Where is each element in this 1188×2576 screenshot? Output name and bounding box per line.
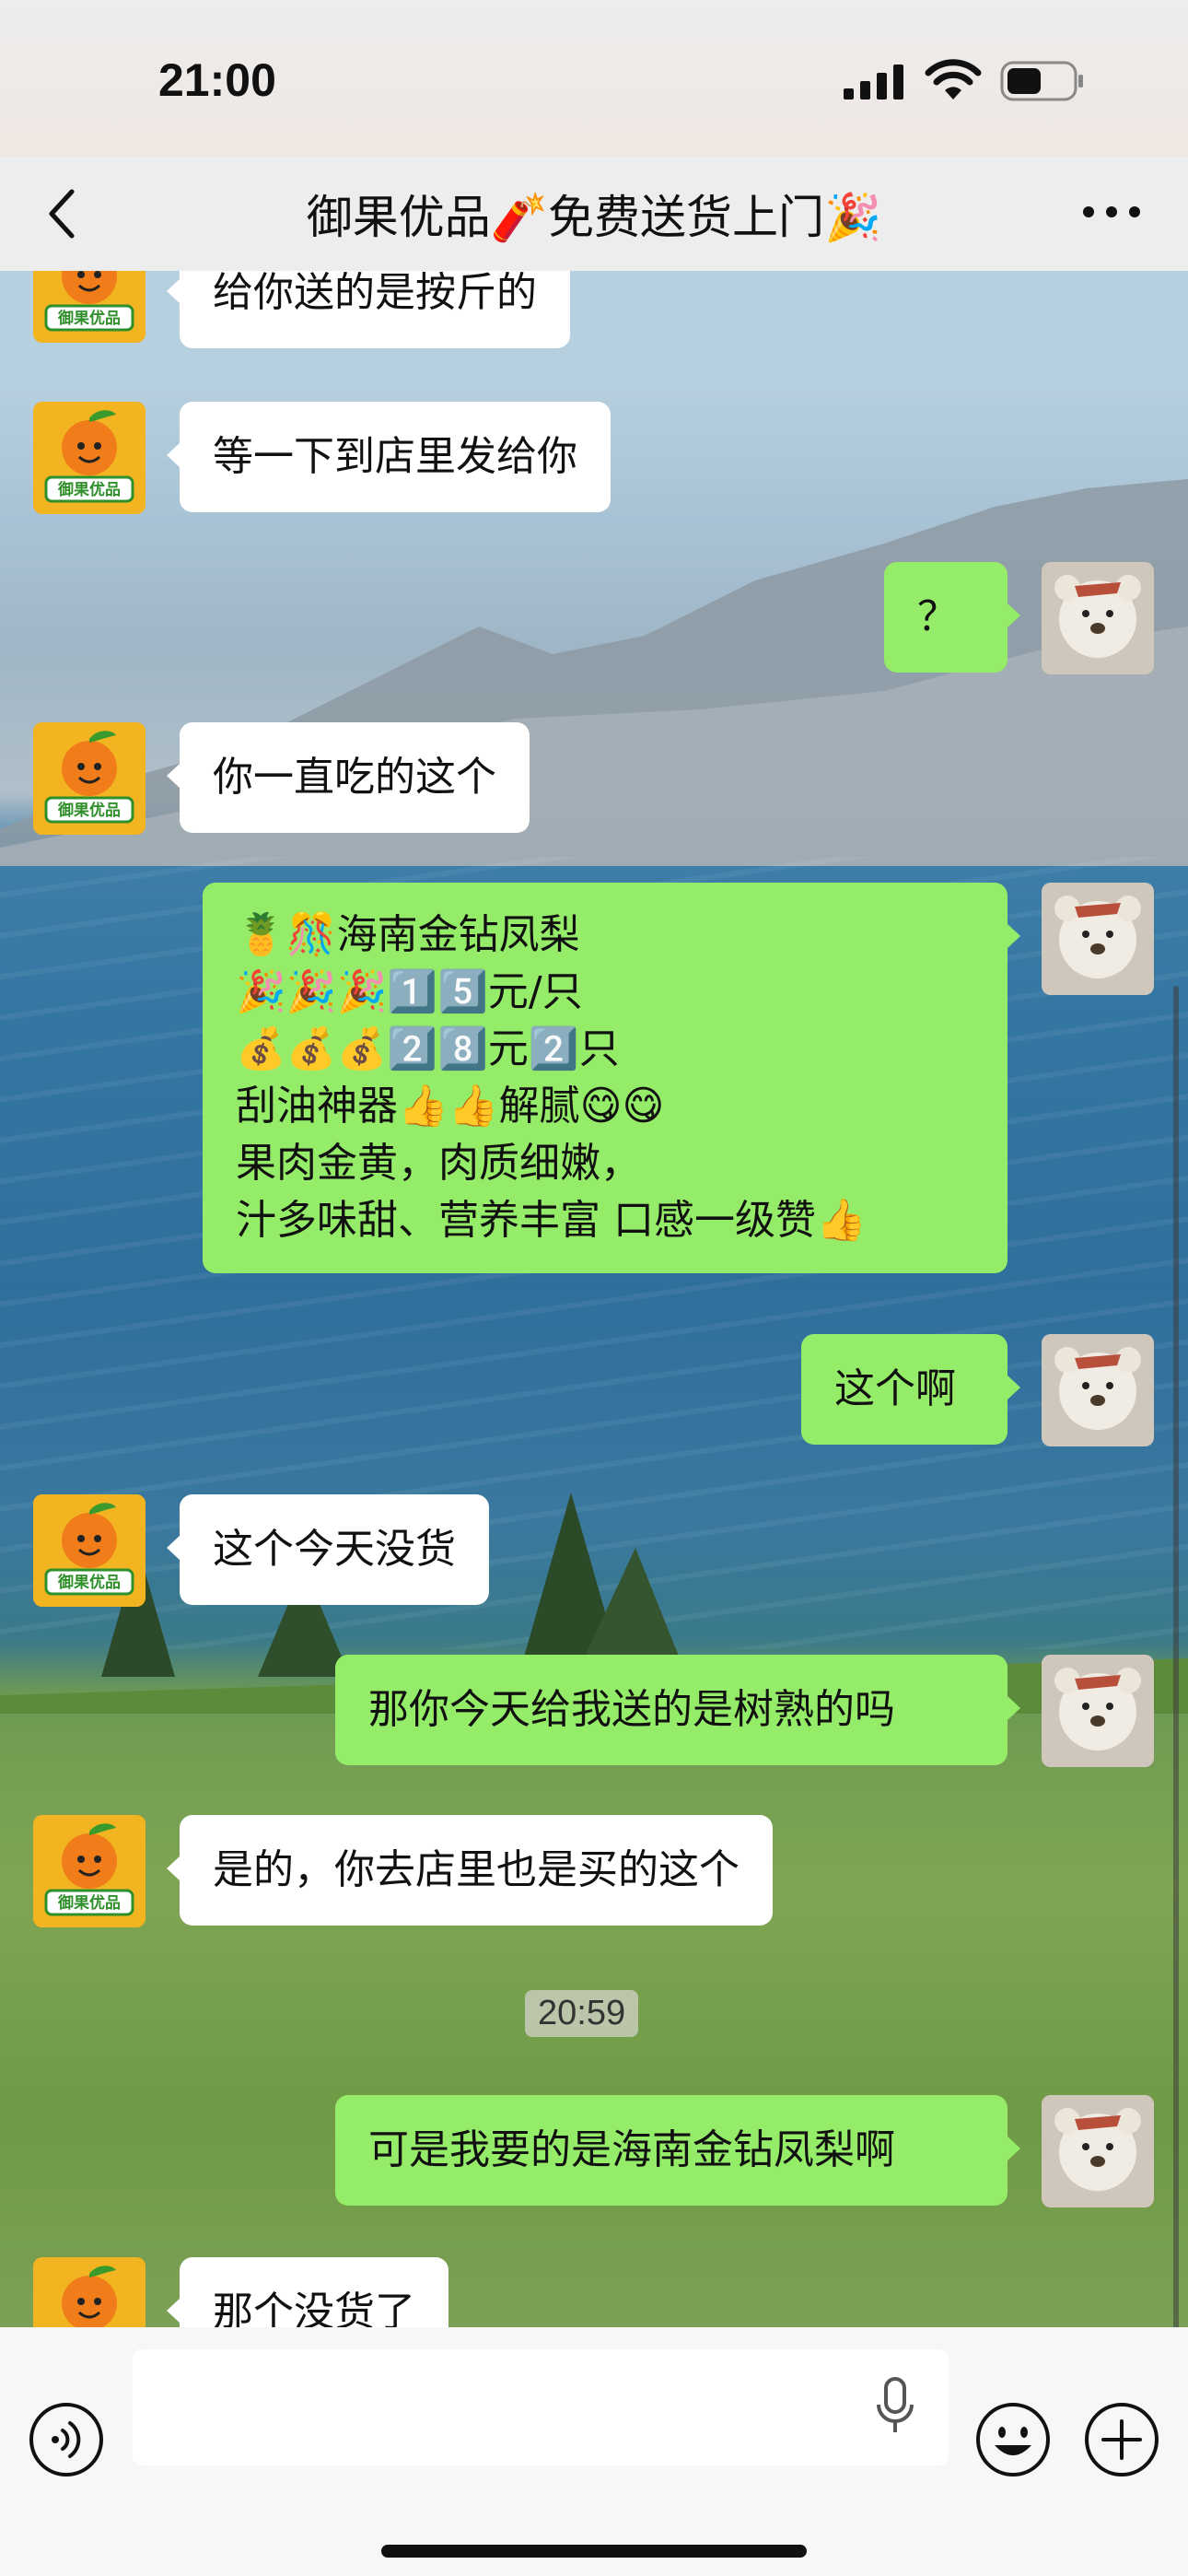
more-dots-icon[interactable] (1079, 193, 1144, 230)
message-bubble-outgoing[interactable]: 可是我要的是海南金钻凤梨啊 (335, 2095, 1020, 2206)
home-indicator (381, 2545, 807, 2558)
mic-icon[interactable] (871, 2375, 919, 2438)
user-avatar[interactable] (1042, 1655, 1154, 1767)
teddy-bear-icon (1042, 1655, 1154, 1767)
message-bubble-incoming[interactable]: 这个今天没货 (167, 1494, 489, 1605)
emoji-icon[interactable] (974, 2401, 1052, 2478)
shop-avatar-label: 御果优品 (57, 480, 121, 499)
shop-avatar[interactable]: 御果优品 (33, 2257, 146, 2327)
voice-icon[interactable] (28, 2401, 105, 2478)
signal-icon (844, 64, 903, 100)
shop-avatar[interactable]: 御果优品 (33, 722, 146, 835)
shop-avatar-label: 御果优品 (57, 1893, 121, 1913)
nav-bar: 御果优品🧨免费送货上门🎉 (0, 157, 1188, 271)
plus-icon[interactable] (1083, 2401, 1160, 2478)
chat-scrollbar[interactable] (1173, 986, 1179, 2340)
message-bubble-incoming[interactable]: 你一直吃的这个 (167, 722, 530, 833)
message-bubble-outgoing-promo[interactable]: 🍍🎊海南金钻凤梨 🎉🎉🎉1️⃣5️⃣元/只 💰💰💰2️⃣8️⃣元2️⃣只 刮油神… (203, 883, 1020, 1273)
chat-messages[interactable]: 御果优品 给你送的是按斤的 御果优品 等一下到店里发给你 ？ 御果优品 你一直吃… (0, 271, 1188, 2327)
shop-avatar[interactable]: 御果优品 (33, 1494, 146, 1607)
message-bubble-incoming[interactable]: 那个没货了 (167, 2257, 448, 2327)
orange-mascot-icon: 御果优品 (33, 1815, 146, 1927)
message-bubble-outgoing[interactable]: 那你今天给我送的是树熟的吗 (335, 1655, 1020, 1765)
orange-mascot-icon: 御果优品 (33, 722, 146, 835)
orange-mascot-icon: 御果优品 (33, 402, 146, 514)
orange-mascot-icon: 御果优品 (33, 271, 146, 343)
teddy-bear-icon (1042, 1334, 1154, 1446)
message-bubble-incoming[interactable]: 等一下到店里发给你 (167, 402, 611, 512)
chat-title: 御果优品🧨免费送货上门🎉 (306, 191, 882, 244)
shop-avatar[interactable]: 御果优品 (33, 271, 146, 343)
message-bubble-outgoing[interactable]: ？ (884, 562, 1020, 673)
user-avatar[interactable] (1042, 1334, 1154, 1446)
user-avatar[interactable] (1042, 2095, 1154, 2207)
shop-avatar-label: 御果优品 (57, 801, 121, 820)
shop-avatar-label: 御果优品 (57, 1573, 121, 1592)
message-bubble-incoming[interactable]: 给你送的是按斤的 (167, 271, 570, 348)
shop-avatar[interactable]: 御果优品 (33, 402, 146, 514)
shop-avatar-label: 御果优品 (57, 309, 121, 328)
message-bubble-incoming[interactable]: 是的，你去店里也是买的这个 (167, 1815, 773, 1926)
battery-icon (1000, 61, 1083, 101)
orange-mascot-icon: 御果优品 (33, 2257, 146, 2327)
message-input[interactable] (133, 2349, 949, 2465)
orange-mascot-icon: 御果优品 (33, 1494, 146, 1607)
input-bar (0, 2327, 1188, 2576)
message-bubble-outgoing[interactable]: 这个啊 (801, 1334, 1020, 1445)
teddy-bear-icon (1042, 2095, 1154, 2207)
status-time: 21:00 (158, 54, 276, 106)
shop-avatar[interactable]: 御果优品 (33, 1815, 146, 1927)
teddy-bear-icon (1042, 562, 1154, 674)
status-bar: 21:00 (0, 0, 1188, 157)
message-timestamp: 20:59 (525, 1990, 639, 2037)
wifi-icon (925, 59, 982, 100)
teddy-bear-icon (1042, 883, 1154, 995)
user-avatar[interactable] (1042, 562, 1154, 674)
user-avatar[interactable] (1042, 883, 1154, 995)
